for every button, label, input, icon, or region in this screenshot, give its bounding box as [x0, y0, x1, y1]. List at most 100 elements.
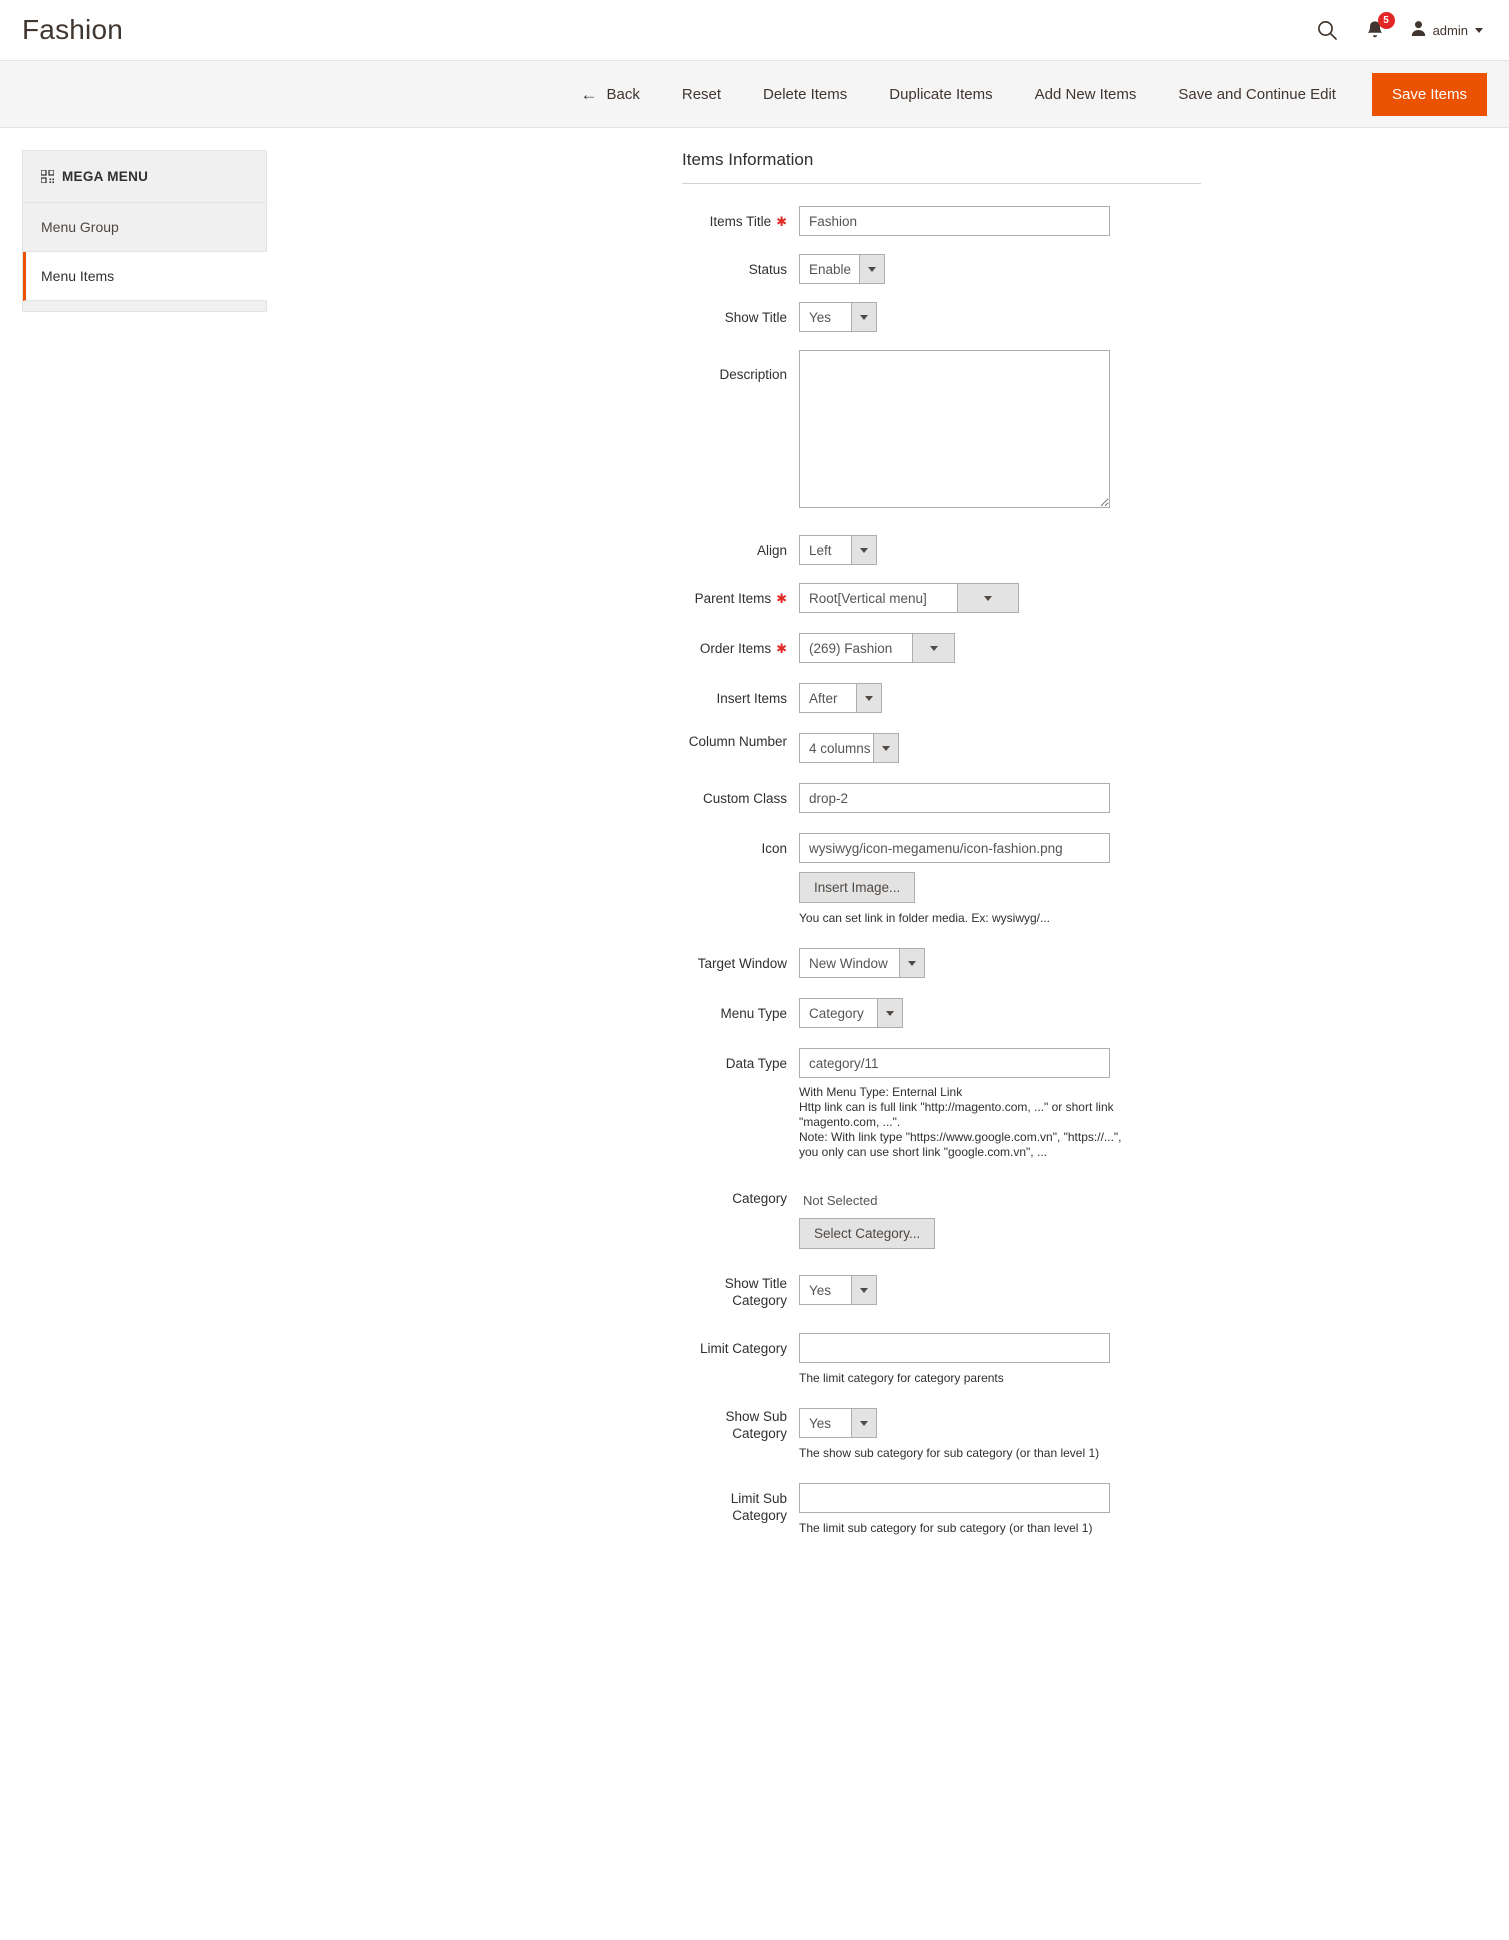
required-asterisk: ✱ — [776, 591, 787, 606]
header-tools: 5 admin — [1314, 12, 1487, 43]
limit-category-label: Limit Category — [699, 1341, 787, 1356]
chevron-down-icon — [851, 535, 877, 565]
grid-icon — [41, 170, 54, 183]
data-type-input[interactable] — [799, 1048, 1110, 1078]
add-new-items-button[interactable]: Add New Items — [1014, 60, 1158, 128]
field-column-number: Column Number 4 columns — [682, 733, 1487, 763]
back-button-label: Back — [606, 85, 640, 103]
field-menu-type: Menu Type Category — [682, 998, 1487, 1028]
notifications-bell-icon[interactable]: 5 — [1362, 12, 1395, 43]
description-textarea[interactable] — [799, 350, 1110, 508]
items-title-input[interactable] — [799, 206, 1110, 236]
parent-items-value: Root[Vertical menu] — [799, 583, 957, 613]
field-category: Category Not Selected Select Category... — [682, 1190, 1487, 1249]
show-title-value: Yes — [799, 302, 851, 332]
chevron-down-icon — [912, 633, 955, 663]
menu-type-select[interactable]: Category — [799, 998, 903, 1028]
sidebar-item-menu-group[interactable]: Menu Group — [23, 203, 266, 252]
field-parent-items: Parent Items ✱ Root[Vertical menu] — [682, 583, 1487, 613]
field-icon: Icon Insert Image... You can set link in… — [682, 833, 1487, 926]
menu-type-value: Category — [799, 998, 877, 1028]
chevron-down-icon — [957, 583, 1019, 613]
duplicate-items-button[interactable]: Duplicate Items — [868, 60, 1013, 128]
insert-image-label: Insert Image... — [814, 880, 901, 895]
limit-sub-category-label: Limit Sub Category — [730, 1491, 787, 1523]
label-text: Parent Items — [694, 591, 772, 606]
insert-items-select[interactable]: After — [799, 683, 882, 713]
column-number-value: 4 columns — [799, 733, 873, 763]
required-asterisk: ✱ — [776, 214, 787, 229]
align-value: Left — [799, 535, 851, 565]
duplicate-items-label: Duplicate Items — [889, 85, 993, 103]
chevron-down-icon — [851, 1275, 877, 1305]
status-label: Status — [748, 262, 787, 277]
label-text: Order Items — [699, 641, 772, 656]
back-button[interactable]: ← Back — [555, 60, 661, 128]
parent-items-select[interactable]: Root[Vertical menu] — [799, 583, 1019, 613]
limit-sub-category-note: The limit sub category for sub category … — [799, 1521, 1093, 1535]
icon-path-input[interactable] — [799, 833, 1110, 863]
chevron-down-icon — [856, 683, 882, 713]
save-and-continue-edit-button[interactable]: Save and Continue Edit — [1157, 60, 1357, 128]
admin-user-menu[interactable]: admin — [1410, 20, 1483, 40]
limit-sub-category-input[interactable] — [799, 1483, 1110, 1513]
save-items-label: Save Items — [1391, 85, 1467, 103]
chevron-down-icon — [1475, 27, 1483, 33]
chevron-down-icon — [899, 948, 925, 978]
order-items-label: Order Items ✱ — [682, 633, 787, 657]
limit-category-input[interactable] — [799, 1333, 1110, 1363]
data-type-note: With Menu Type: Enternal Link Http link … — [799, 1085, 1122, 1159]
insert-items-value: After — [799, 683, 856, 713]
status-select[interactable]: Enable — [799, 254, 885, 284]
sidebar-item-menu-items[interactable]: Menu Items — [23, 252, 267, 301]
align-label: Align — [756, 543, 787, 558]
limit-category-note: The limit category for category parents — [799, 1371, 1004, 1385]
arrow-left-icon: ← — [580, 84, 598, 104]
show-sub-category-value: Yes — [799, 1408, 851, 1438]
sidebar-title: MEGA MENU — [23, 150, 266, 203]
page-title: Fashion — [22, 14, 124, 45]
field-status: Status Enable — [682, 254, 1487, 284]
show-title-select[interactable]: Yes — [799, 302, 877, 332]
show-sub-category-select[interactable]: Yes — [799, 1408, 877, 1438]
description-label: Description — [719, 367, 787, 382]
items-title-label: Items Title ✱ — [682, 206, 787, 230]
field-show-title-category: Show Title Category Yes — [682, 1275, 1487, 1309]
field-limit-category: Limit Category The limit category for ca… — [682, 1333, 1487, 1386]
save-items-button[interactable]: Save Items — [1371, 72, 1487, 116]
select-category-button[interactable]: Select Category... — [799, 1218, 936, 1249]
field-show-sub-category: Show Sub Category Yes The show sub categ… — [682, 1408, 1487, 1461]
insert-image-button[interactable]: Insert Image... — [799, 872, 916, 903]
show-title-category-select[interactable]: Yes — [799, 1275, 877, 1305]
field-description: Description — [682, 350, 1487, 513]
target-window-select[interactable]: New Window — [799, 948, 925, 978]
field-data-type: Data Type With Menu Type: Enternal Link … — [682, 1048, 1487, 1160]
order-items-value: (269) Fashion — [799, 633, 912, 663]
target-window-value: New Window — [799, 948, 899, 978]
delete-items-button[interactable]: Delete Items — [742, 60, 868, 128]
custom-class-label: Custom Class — [702, 791, 787, 806]
user-icon — [1410, 20, 1427, 40]
align-select[interactable]: Left — [799, 535, 877, 565]
add-new-items-label: Add New Items — [1034, 85, 1137, 103]
show-sub-category-label: Show Sub Category — [725, 1409, 787, 1441]
items-information-form: Items Information Items Title ✱ Status En… — [267, 150, 1487, 1558]
insert-items-label: Insert Items — [716, 691, 787, 706]
required-asterisk: ✱ — [776, 641, 787, 656]
field-items-title: Items Title ✱ — [682, 206, 1487, 236]
page-actions-toolbar: ← Back Reset Delete Items Duplicate Item… — [0, 60, 1509, 128]
custom-class-input[interactable] — [799, 783, 1110, 813]
field-align: Align Left — [682, 535, 1487, 565]
notifications-count-badge: 5 — [1377, 12, 1395, 29]
menu-type-label: Menu Type — [720, 1006, 787, 1021]
show-title-category-value: Yes — [799, 1275, 851, 1305]
reset-button-label: Reset — [681, 85, 722, 103]
chevron-down-icon — [859, 254, 885, 284]
search-icon[interactable] — [1314, 17, 1340, 43]
field-show-title: Show Title Yes — [682, 302, 1487, 332]
reset-button[interactable]: Reset — [661, 60, 742, 128]
column-number-select[interactable]: 4 columns — [799, 733, 899, 763]
section-title: Items Information — [682, 150, 1201, 184]
order-items-select[interactable]: (269) Fashion — [799, 633, 955, 663]
category-label: Category — [732, 1191, 787, 1206]
